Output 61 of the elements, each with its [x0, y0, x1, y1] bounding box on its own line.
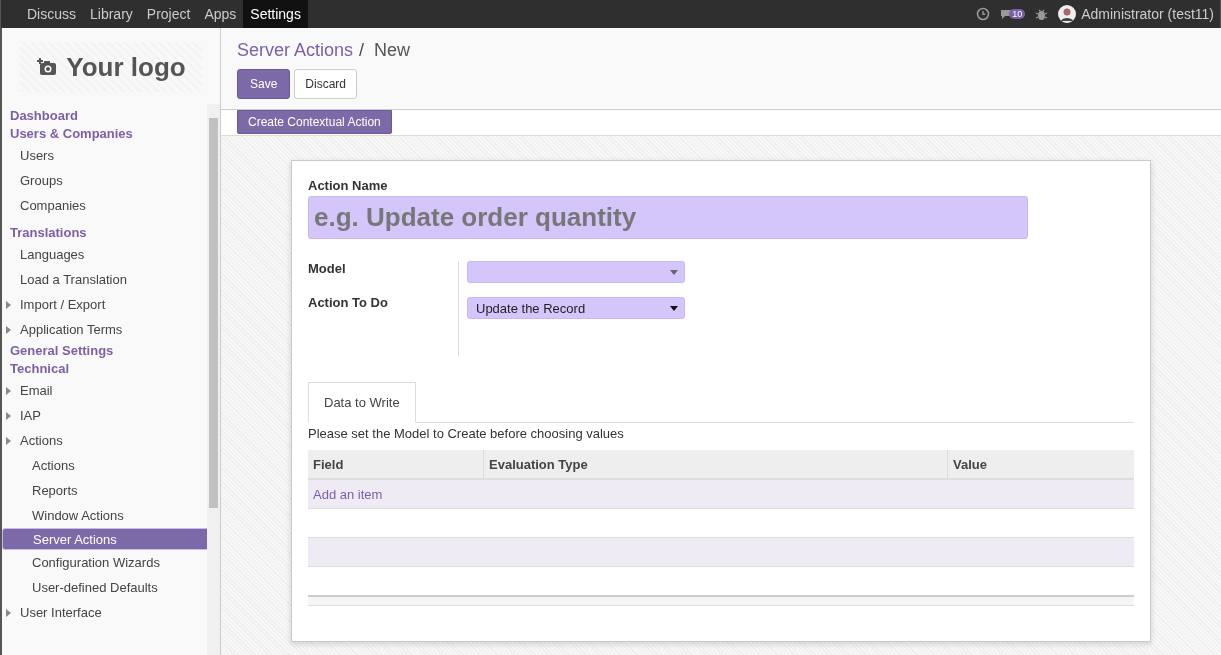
menu-item[interactable]: Import / Export: [2, 292, 207, 317]
menu-item[interactable]: Load a Translation: [2, 267, 207, 292]
message-count-badge: 10: [1009, 9, 1026, 19]
field-label: Model: [308, 261, 347, 278]
breadcrumb-link[interactable]: Server Actions: [237, 40, 354, 61]
menu-item[interactable]: Configuration Wizards: [2, 550, 207, 575]
column-header[interactable]: Value: [947, 450, 1134, 479]
bug-icon[interactable]: [1035, 7, 1049, 21]
menu-item[interactable]: Window Actions: [2, 503, 207, 528]
menu-item[interactable]: Reports: [2, 478, 207, 503]
notebook-tab[interactable]: Data to Write: [308, 382, 416, 423]
menu-section-header[interactable]: Translations: [2, 224, 207, 242]
discard-button[interactable]: Discard: [294, 69, 358, 99]
breadcrumb-current: New: [374, 40, 411, 61]
caret-icon: [6, 300, 11, 309]
menu-item[interactable]: Groups: [2, 168, 207, 193]
select-field[interactable]: Update the Record: [467, 297, 685, 319]
menu-item[interactable]: User-defined Defaults: [2, 575, 207, 600]
company-logo: Your logo: [20, 42, 202, 92]
menu-item[interactable]: Email: [2, 378, 207, 403]
app-menu-item[interactable]: Project: [139, 0, 198, 28]
menu-item[interactable]: Actions: [2, 428, 207, 453]
select-field[interactable]: [467, 261, 685, 283]
add-item-link[interactable]: Add an item: [313, 486, 383, 502]
menu-item[interactable]: IAP: [2, 403, 207, 428]
app-menu-item[interactable]: Discuss: [20, 0, 83, 28]
menu-item[interactable]: Languages: [2, 242, 207, 267]
caret-icon: [6, 411, 11, 420]
app-menu-item[interactable]: Settings: [243, 0, 308, 28]
caret-icon: [6, 436, 11, 445]
menu-item[interactable]: Companies: [2, 193, 207, 218]
menu-item[interactable]: Actions: [2, 453, 207, 478]
menu-item[interactable]: Server Actions: [2, 528, 207, 550]
scrollbar[interactable]: [207, 104, 220, 655]
help-text: Please set the Model to Create before choosing values: [308, 426, 625, 441]
caret-icon: [6, 608, 11, 617]
menu-section-header[interactable]: Technical: [2, 360, 207, 378]
column-header[interactable]: Evaluation Type: [483, 450, 948, 479]
user-menu[interactable]: Administrator (test11): [1081, 6, 1214, 22]
app-menu-item[interactable]: Library: [83, 0, 140, 28]
breadcrumb-separator: /: [359, 40, 365, 61]
create-contextual-action-button[interactable]: Create Contextual Action: [237, 110, 392, 134]
dropdown-caret-icon: [670, 269, 678, 275]
avatar-icon[interactable]: [1058, 5, 1077, 23]
menu-item[interactable]: Users: [2, 143, 207, 168]
field-label: Action Name: [308, 178, 389, 193]
menu-section-header[interactable]: Dashboard: [2, 107, 207, 125]
dropdown-caret-icon: [670, 305, 678, 311]
save-button[interactable]: Save: [237, 69, 291, 99]
menu-item[interactable]: Application Terms: [2, 317, 207, 342]
menu-section-header[interactable]: General Settings: [2, 342, 207, 360]
clock-icon[interactable]: [976, 7, 991, 21]
caret-icon: [6, 386, 11, 395]
field-label: Action To Do: [308, 295, 389, 312]
menu-section-header[interactable]: Users & Companies: [2, 125, 207, 143]
action-name-input[interactable]: e.g. Update order quantity: [308, 196, 1028, 239]
caret-icon: [6, 325, 11, 334]
app-menu-item[interactable]: Apps: [197, 0, 244, 28]
column-header[interactable]: Field: [308, 450, 484, 479]
menu-item[interactable]: User Interface: [2, 600, 207, 625]
add-photo-icon: [36, 57, 59, 77]
